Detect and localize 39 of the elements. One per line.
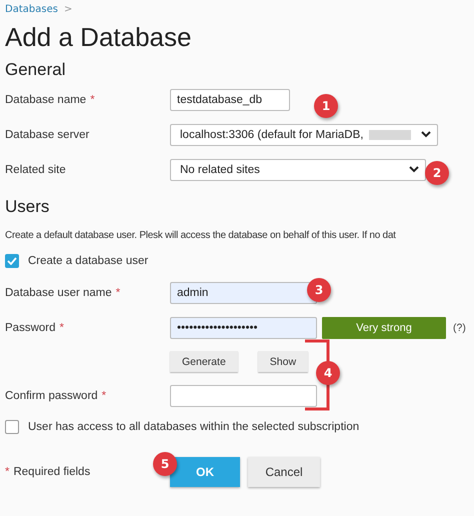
chevron-down-icon xyxy=(421,131,431,138)
input-field[interactable]: testdatabase_db xyxy=(170,88,290,110)
required-note: * Required fields xyxy=(5,466,92,478)
breadcrumb-separator: > xyxy=(64,4,72,14)
help-link[interactable]: (?) xyxy=(453,322,466,334)
cancel-button[interactable]: Cancel xyxy=(248,457,320,487)
section-heading: Users xyxy=(5,196,50,218)
checkbox[interactable] xyxy=(5,420,19,434)
field-label: Confirm password * xyxy=(5,390,108,402)
password-button[interactable]: Show xyxy=(258,351,308,372)
checkbox[interactable] xyxy=(5,254,19,268)
step-marker: 5 xyxy=(153,452,177,476)
step-marker: 3 xyxy=(307,278,331,302)
dropdown-field[interactable]: No related sites xyxy=(170,158,426,180)
field-label: Database server xyxy=(5,128,90,140)
step-marker: 4 xyxy=(316,361,340,385)
checkbox-label: User has access to all databases within the selected subscription xyxy=(28,421,360,433)
section-description: Create a default database user. Plesk will access the database on behalf of this user. If no dat xyxy=(5,229,397,243)
page-title: Add a Database xyxy=(5,21,192,54)
required-mark: * xyxy=(102,390,106,402)
field-label: Database name * xyxy=(5,94,96,106)
dropdown-field[interactable]: localhost:3306 (default for MariaDB, xyxy=(170,124,438,146)
field-label: Password * xyxy=(5,322,65,334)
required-mark: * xyxy=(90,94,95,106)
field-label: Database user name * xyxy=(5,286,122,298)
breadcrumb-link[interactable]: Databases xyxy=(5,4,58,14)
section-heading: General xyxy=(5,59,66,81)
required-mark: * xyxy=(60,322,64,334)
step-marker: 1 xyxy=(314,94,338,118)
step-marker: 2 xyxy=(425,161,449,185)
input-field[interactable]: admin xyxy=(170,282,317,304)
password-button[interactable]: Generate xyxy=(170,351,238,372)
chevron-down-icon xyxy=(409,166,419,173)
input-field[interactable] xyxy=(170,384,317,406)
checkbox-label: Create a database user xyxy=(28,255,148,267)
password-field[interactable]: •••••••••••••••••••• xyxy=(170,316,317,338)
required-mark: * xyxy=(116,286,120,298)
field-label: Related site xyxy=(5,164,67,176)
password-strength-meter: Very strong xyxy=(322,316,446,338)
